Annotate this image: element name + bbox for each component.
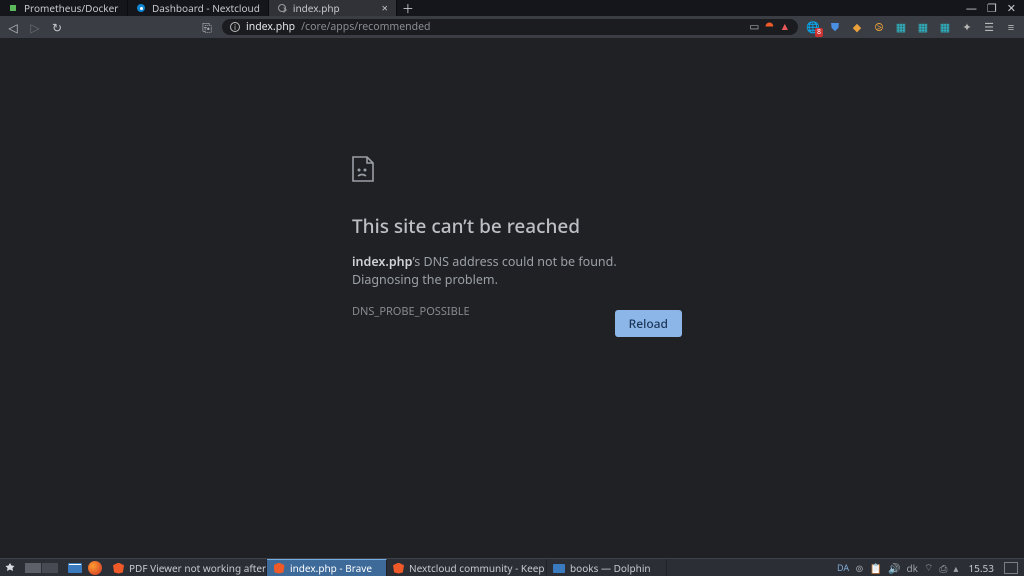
tray-expand-icon[interactable]: ▴: [953, 561, 958, 575]
nav-forward-button[interactable]: ▷: [28, 19, 42, 36]
browser-menu-icon[interactable]: ≡: [1004, 20, 1018, 34]
window-close-icon[interactable]: ✕: [1007, 1, 1016, 16]
task-nextcloud-community[interactable]: Nextcloud community - Keep your …: [387, 559, 547, 576]
ext-tabs3-icon[interactable]: ▦: [938, 20, 952, 34]
url-box[interactable]: i index.php/core/apps/recommended ▭ ⯊ ▲: [222, 19, 798, 35]
sad-page-icon: [352, 156, 682, 187]
favicon-globe-icon: [277, 3, 287, 13]
task-label: books — Dolphin: [570, 561, 651, 575]
ext-tabs2-icon[interactable]: ▦: [916, 20, 930, 34]
tab-index-php[interactable]: index.php ×: [269, 0, 397, 16]
extensions-puzzle-icon[interactable]: ✦: [960, 20, 974, 34]
tab-label: index.php: [293, 1, 340, 15]
task-index-php[interactable]: index.php - Brave: [267, 559, 387, 576]
brave-icon: [113, 562, 124, 574]
system-tray: DA ⊚ 📋 🔊 dk ⌔ ⎙ ▴ 15.53: [831, 559, 1024, 576]
brave-icon: [393, 562, 404, 574]
ext-tabs1-icon[interactable]: ▦: [894, 20, 908, 34]
virtual-desktop-pager[interactable]: [22, 561, 61, 575]
tray-clipboard-icon[interactable]: 📋: [870, 561, 882, 575]
reload-button[interactable]: Reload: [615, 310, 682, 337]
tab-close-icon[interactable]: ×: [382, 1, 388, 16]
ext-wallet-icon[interactable]: ◆: [850, 20, 864, 34]
url-domain: index.php: [246, 20, 295, 34]
error-title: This site can’t be reached: [352, 213, 682, 239]
task-list: PDF Viewer not working after upgr… index…: [107, 559, 831, 576]
error-message: index.php’s DNS address could not be fou…: [352, 253, 682, 288]
ext-translate-icon[interactable]: 🌐: [806, 20, 820, 34]
brave-rewards-icon[interactable]: ▲: [780, 20, 790, 34]
folder-icon: [553, 562, 565, 574]
tab-label: Dashboard - Nextcloud: [152, 1, 260, 15]
task-pdf-viewer[interactable]: PDF Viewer not working after upgr…: [107, 559, 267, 576]
pager-desktop-2[interactable]: [42, 563, 58, 573]
nav-reload-button[interactable]: ↻: [50, 19, 64, 36]
page-content: This site can’t be reached index.php’s D…: [0, 38, 1024, 558]
launcher-files-icon[interactable]: [67, 561, 83, 575]
tray-network-icon[interactable]: ⌔: [924, 560, 933, 575]
ext-bitwarden-icon[interactable]: ⛊: [828, 20, 842, 34]
tab-nextcloud-dashboard[interactable]: Dashboard - Nextcloud: [128, 0, 269, 16]
error-host: index.php: [352, 253, 412, 270]
address-bar: ◁ ▷ ↻ ⎘ i index.php/core/apps/recommende…: [0, 16, 1024, 38]
show-desktop-button[interactable]: [1004, 562, 1018, 574]
url-right-icons: ▭ ⯊ ▲: [749, 20, 790, 34]
tray-clock[interactable]: 15.53: [964, 561, 998, 575]
window-maximize-icon[interactable]: ❐: [987, 1, 997, 16]
plus-icon: ＋: [402, 0, 414, 17]
task-label: Nextcloud community - Keep your …: [409, 561, 547, 575]
launcher-firefox-icon[interactable]: [87, 561, 103, 575]
tray-keyboard-layout[interactable]: dk: [907, 561, 919, 575]
tray-input-lang[interactable]: DA: [837, 561, 849, 574]
site-info-icon[interactable]: i: [230, 22, 240, 32]
extensions-area: 🌐 ⛊ ◆ ⧁ ▦ ▦ ▦ ✦ ☰ ≡: [806, 20, 1018, 34]
tab-label: Prometheus/Docker: [24, 1, 118, 15]
quick-launchers: [63, 561, 107, 575]
task-dolphin-books[interactable]: books — Dolphin: [547, 559, 667, 576]
tray-volume-icon[interactable]: 🔊: [888, 561, 900, 575]
browser-tab-strip: Prometheus/Docker Dashboard - Nextcloud …: [0, 0, 1024, 16]
favicon-nextcloud-icon: [136, 3, 146, 13]
brave-shield-icon[interactable]: ⯊: [765, 20, 773, 34]
window-controls: — ❐ ✕: [958, 0, 1024, 16]
url-path: /core/apps/recommended: [301, 20, 430, 34]
desktop-taskbar: PDF Viewer not working after upgr… index…: [0, 558, 1024, 576]
task-label: PDF Viewer not working after upgr…: [129, 561, 267, 575]
error-interstitial: This site can’t be reached index.php’s D…: [352, 156, 682, 319]
bookmark-side-icon[interactable]: ⎘: [200, 19, 214, 36]
pager-desktop-1[interactable]: [25, 563, 41, 573]
ext-vscode-icon[interactable]: ⧁: [872, 20, 886, 34]
new-tab-button[interactable]: ＋: [397, 0, 419, 16]
window-minimize-icon[interactable]: —: [966, 1, 977, 16]
nav-back-button[interactable]: ◁: [6, 19, 20, 36]
reading-list-icon[interactable]: ☰: [982, 20, 996, 34]
tray-printer-icon[interactable]: ⎙: [939, 561, 947, 575]
start-menu-button[interactable]: [0, 562, 20, 574]
tray-ac-icon[interactable]: ⊚: [855, 561, 863, 575]
pip-icon[interactable]: ▭: [749, 20, 759, 34]
favicon-green-square-icon: [8, 3, 18, 13]
task-label: index.php - Brave: [290, 561, 372, 575]
brave-icon: [273, 562, 285, 574]
tab-prometheus[interactable]: Prometheus/Docker: [0, 0, 128, 16]
